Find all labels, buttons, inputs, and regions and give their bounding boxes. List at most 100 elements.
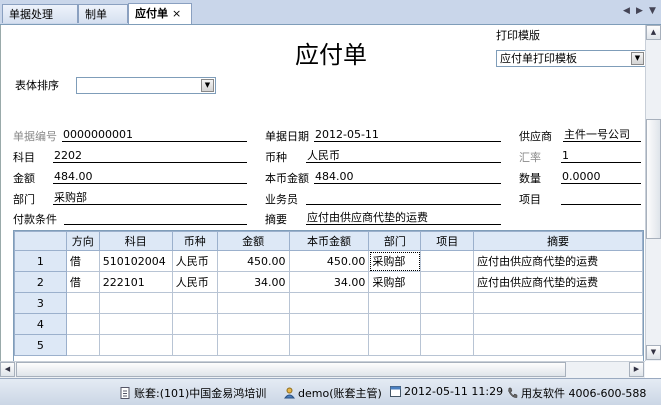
project-label: 项目 <box>519 193 541 206</box>
local-amount-cell[interactable]: 34.00 <box>288 271 370 293</box>
currency-cell[interactable] <box>171 334 218 356</box>
supplier-label: 供应商 <box>519 130 552 143</box>
doc-no-field[interactable]: 0000000001 <box>62 127 247 142</box>
tab-scroll-right-icon[interactable]: ▶ <box>636 6 643 16</box>
currency-field[interactable]: 人民币 <box>306 148 501 163</box>
row-number: 1 <box>14 250 67 272</box>
direction-cell[interactable] <box>65 313 100 335</box>
dept-cell[interactable] <box>368 313 422 335</box>
print-template-select[interactable]: 应付单打印模板 ▼ <box>496 50 646 67</box>
qty-field[interactable]: 0.0000 <box>561 169 641 184</box>
salesman-field[interactable] <box>306 190 501 205</box>
currency-cell[interactable] <box>171 313 218 335</box>
direction-cell[interactable] <box>65 334 100 356</box>
tab-payable[interactable]: 应付单 × <box>128 3 192 24</box>
tab-document-processing[interactable]: 单据处理 <box>2 4 78 23</box>
column-header-local-amount[interactable]: 本币金额 <box>288 231 370 251</box>
summary-cell[interactable]: 应付由供应商代垫的运费 <box>473 250 643 272</box>
table-row[interactable]: 4 <box>14 313 643 335</box>
amount-cell[interactable] <box>216 313 290 335</box>
project-cell[interactable] <box>420 313 475 335</box>
direction-cell[interactable] <box>65 292 100 314</box>
amount-cell[interactable] <box>216 334 290 356</box>
table-row[interactable]: 5 <box>14 334 643 356</box>
scroll-right-icon[interactable]: ▶ <box>629 362 644 377</box>
summary-cell[interactable]: 应付由供应商代垫的运费 <box>473 271 643 293</box>
subject-cell[interactable] <box>98 334 173 356</box>
table-row[interactable]: 1 借 510102004 人民币 450.00 450.00 采购部 应付由供应商代垫的运费 <box>14 250 643 272</box>
local-amount-cell[interactable] <box>288 334 370 356</box>
dept-cell[interactable] <box>368 292 422 314</box>
vertical-scroll-thumb[interactable] <box>646 119 661 239</box>
vertical-scrollbar[interactable]: ▲ ▼ <box>645 25 661 361</box>
direction-cell[interactable]: 借 <box>65 250 100 272</box>
table-header-row: 方向 科目 币种 金额 本币金额 部门 项目 摘要 <box>14 231 643 251</box>
subject-cell[interactable] <box>98 313 173 335</box>
amount-cell[interactable]: 450.00 <box>216 250 290 272</box>
currency-cell[interactable] <box>171 292 218 314</box>
summary-cell[interactable] <box>473 334 643 356</box>
pay-terms-label: 付款条件 <box>13 213 57 226</box>
project-field[interactable] <box>561 190 641 205</box>
amount-cell[interactable]: 34.00 <box>216 271 290 293</box>
dept-cell[interactable] <box>368 334 422 356</box>
column-header-direction[interactable]: 方向 <box>65 231 100 251</box>
local-amount-label: 本币金额 <box>265 172 309 185</box>
subject-field[interactable]: 2202 <box>53 148 247 163</box>
table-row[interactable]: 3 <box>14 292 643 314</box>
dept-cell[interactable]: 采购部 <box>368 250 422 272</box>
tab-make-document[interactable]: 制单 <box>78 4 128 23</box>
local-amount-cell[interactable]: 450.00 <box>288 250 370 272</box>
user-icon <box>284 387 295 399</box>
tab-scroll-left-icon[interactable]: ◀ <box>623 6 630 16</box>
chevron-down-icon[interactable]: ▼ <box>631 52 644 65</box>
status-datetime-text: 2012-05-11 11:29 <box>404 385 504 398</box>
currency-cell[interactable]: 人民币 <box>171 271 218 293</box>
local-amount-cell[interactable] <box>288 292 370 314</box>
chevron-down-icon[interactable]: ▼ <box>201 79 214 92</box>
summary-label: 摘要 <box>265 213 287 226</box>
project-cell[interactable] <box>420 250 475 272</box>
subject-cell[interactable]: 510102004 <box>98 250 173 272</box>
rate-field[interactable]: 1 <box>561 148 641 163</box>
close-icon[interactable]: × <box>172 7 181 20</box>
summary-field[interactable]: 应付由供应商代垫的运费 <box>306 210 501 225</box>
qty-label: 数量 <box>519 172 541 185</box>
document-icon <box>120 387 130 399</box>
column-header-subject[interactable]: 科目 <box>98 231 173 251</box>
rate-label: 汇率 <box>519 151 541 164</box>
project-cell[interactable] <box>420 292 475 314</box>
currency-cell[interactable]: 人民币 <box>171 250 218 272</box>
dept-field[interactable]: 采购部 <box>53 190 247 205</box>
pay-terms-field[interactable] <box>64 210 247 225</box>
amount-field[interactable]: 484.00 <box>53 169 247 184</box>
summary-cell[interactable] <box>473 292 643 314</box>
horizontal-scroll-thumb[interactable] <box>16 362 566 377</box>
project-cell[interactable] <box>420 271 475 293</box>
scroll-down-icon[interactable]: ▼ <box>646 345 661 360</box>
column-header-dept[interactable]: 部门 <box>368 231 422 251</box>
column-header-summary[interactable]: 摘要 <box>473 231 643 251</box>
scroll-left-icon[interactable]: ◀ <box>0 362 15 377</box>
direction-cell[interactable]: 借 <box>65 271 100 293</box>
column-header-rownum <box>14 231 67 251</box>
summary-cell[interactable] <box>473 313 643 335</box>
tab-list-dropdown-icon[interactable]: ▼ <box>649 6 656 16</box>
column-header-amount[interactable]: 金额 <box>216 231 290 251</box>
horizontal-scrollbar[interactable]: ◀ ▶ <box>0 361 645 378</box>
column-header-project[interactable]: 项目 <box>420 231 475 251</box>
status-datetime: 2012-05-11 11:29 <box>390 385 503 398</box>
amount-cell[interactable] <box>216 292 290 314</box>
local-amount-field[interactable]: 484.00 <box>314 169 501 184</box>
sort-select[interactable]: ▼ <box>76 77 216 94</box>
column-header-currency[interactable]: 币种 <box>171 231 218 251</box>
local-amount-cell[interactable] <box>288 313 370 335</box>
doc-date-field[interactable]: 2012-05-11 <box>314 127 501 142</box>
scroll-up-icon[interactable]: ▲ <box>646 25 661 40</box>
subject-cell[interactable] <box>98 292 173 314</box>
dept-cell[interactable]: 采购部 <box>368 271 422 293</box>
supplier-field[interactable]: 主件一号公司 <box>563 127 641 142</box>
subject-cell[interactable]: 222101 <box>98 271 173 293</box>
table-row[interactable]: 2 借 222101 人民币 34.00 34.00 采购部 应付由供应商代垫的运费 <box>14 271 643 293</box>
project-cell[interactable] <box>420 334 475 356</box>
